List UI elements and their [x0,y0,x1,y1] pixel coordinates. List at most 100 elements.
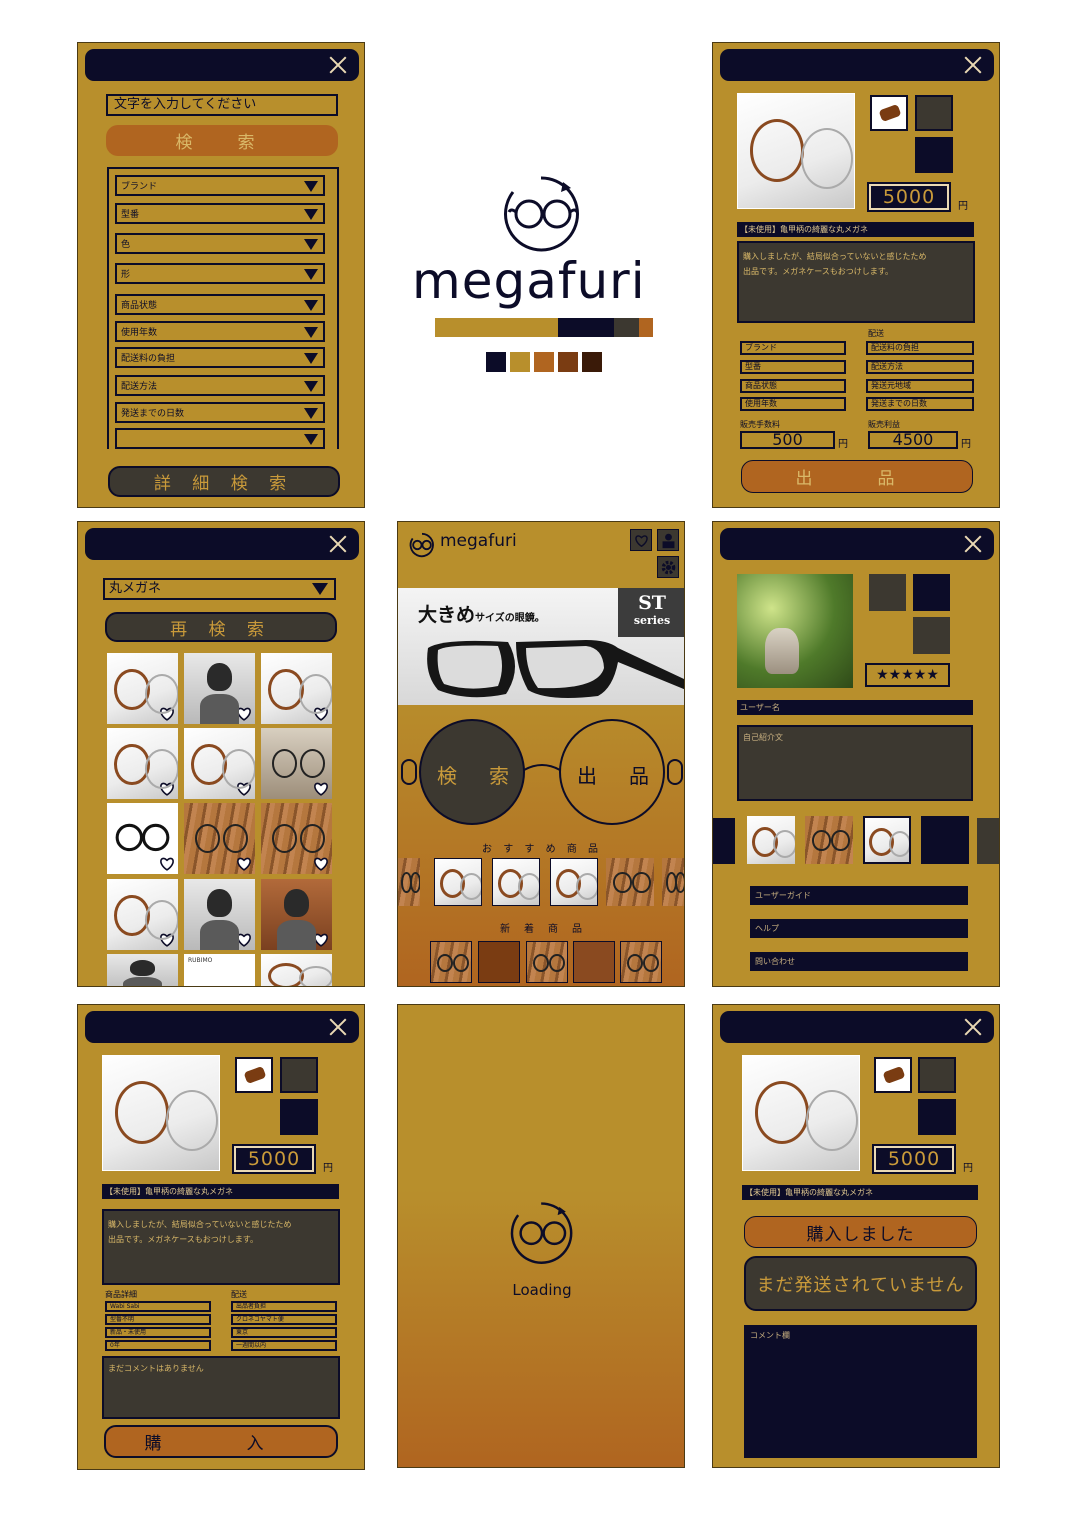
thumb-slot[interactable] [280,1057,318,1093]
listing-item[interactable] [863,816,911,864]
thumb-slot[interactable] [913,574,950,611]
thumb-slot[interactable] [280,1099,318,1135]
product-photo[interactable] [742,1055,860,1171]
filter-brand[interactable]: ブランド [115,175,325,196]
filter-color[interactable]: 色 [115,233,325,254]
promo-banner[interactable]: 大きめサイズの眼鏡。 ST series [398,588,684,705]
heart-icon[interactable] [313,932,329,947]
years-field[interactable]: 使用年数 [740,397,846,411]
heart-icon[interactable] [159,932,175,947]
new-item[interactable] [620,941,662,983]
result-item[interactable] [261,728,332,799]
sell-lens-button[interactable]: 出 品 [566,760,666,790]
search-input[interactable]: 文字を入力してください [106,94,338,116]
origin-field[interactable]: 発送元地域 [866,379,974,393]
favorites-button[interactable] [630,529,652,551]
query-select[interactable]: 丸メガネ [103,578,336,600]
heart-icon[interactable] [236,781,252,796]
close-icon[interactable] [326,1015,350,1039]
new-item[interactable] [526,941,568,983]
menu-contact[interactable]: 問い合わせ [750,952,968,971]
thumb-slot[interactable] [918,1099,956,1135]
close-icon[interactable] [961,1015,985,1039]
heart-icon[interactable] [236,932,252,947]
close-icon[interactable] [961,53,985,77]
recommended-item[interactable] [662,858,684,906]
comment-box[interactable]: コメント欄 [744,1325,977,1458]
heart-icon[interactable] [313,781,329,796]
thumb-case[interactable] [870,95,908,131]
search-lens-button[interactable]: 検 索 [426,760,526,790]
thumb-case[interactable] [874,1057,912,1093]
filter-extra[interactable] [115,428,325,449]
result-item[interactable] [261,879,332,950]
recommended-item[interactable] [550,858,598,906]
menu-user-guide[interactable]: ユーザーガイド [750,886,968,905]
heart-icon[interactable] [159,781,175,796]
result-item[interactable] [107,954,178,986]
product-photo[interactable] [102,1055,220,1171]
filter-years-used[interactable]: 使用年数 [115,321,325,342]
listing-title[interactable]: 【未使用】亀甲柄の綺麗な丸メガネ [737,222,974,237]
result-item[interactable] [184,728,255,799]
brand-field[interactable]: ブランド [740,341,846,355]
recommended-item[interactable] [492,858,540,906]
close-icon[interactable] [961,532,985,556]
heart-icon[interactable] [236,856,252,871]
profile-button[interactable] [657,529,679,551]
result-item[interactable] [107,879,178,950]
listing-item[interactable] [747,816,795,864]
close-icon[interactable] [326,53,350,77]
shipping-method-field[interactable]: 配送方法 [866,360,974,374]
close-icon[interactable] [326,532,350,556]
thumb-slot[interactable] [915,137,953,173]
ship-days-field[interactable]: 発送までの日数 [866,397,974,411]
menu-help[interactable]: ヘルプ [750,919,968,938]
shipping-fee-field[interactable]: 配送料の負担 [866,341,974,355]
filter-model[interactable]: 型番 [115,203,325,224]
comment-box[interactable]: まだコメントはありません [102,1356,340,1419]
listing-item[interactable] [805,816,853,864]
filter-shape[interactable]: 形 [115,263,325,284]
price-display[interactable]: 5000 [867,182,951,212]
research-button[interactable]: 再 検 索 [105,612,337,642]
search-button[interactable]: 検 索 [106,125,338,156]
result-item[interactable] [184,803,255,874]
heart-icon[interactable] [313,856,329,871]
heart-icon[interactable] [313,706,329,721]
recommended-item[interactable] [398,858,420,906]
thumb-slot[interactable] [913,617,950,654]
result-item[interactable] [184,653,255,724]
thumb-slot[interactable] [918,1057,956,1093]
result-item[interactable] [261,803,332,874]
settings-button[interactable] [657,556,679,578]
new-item[interactable] [573,941,615,983]
heart-icon[interactable] [236,706,252,721]
filter-ship-days[interactable]: 発送までの日数 [115,402,325,423]
filter-condition[interactable]: 商品状態 [115,294,325,315]
list-item-button[interactable]: 出 品 [741,460,973,493]
result-item[interactable] [184,879,255,950]
filter-shipping-method[interactable]: 配送方法 [115,375,325,396]
thumb-slot[interactable] [869,574,906,611]
recommended-item[interactable] [434,858,482,906]
product-photo[interactable] [737,93,855,209]
profile-photo[interactable] [737,574,853,688]
condition-field[interactable]: 商品状態 [740,379,846,393]
thumb-slot[interactable] [915,95,953,131]
new-item[interactable] [430,941,472,983]
listing-slot[interactable] [921,816,969,864]
filter-shipping-fee[interactable]: 配送料の負担 [115,347,325,368]
heart-icon[interactable] [159,856,175,871]
result-item[interactable] [107,653,178,724]
description-box[interactable]: 購入しましたが、結局似合っていないと感じたため 出品です。メガネケースもおつけしま… [737,241,975,323]
new-item[interactable] [478,941,520,983]
result-item[interactable]: RUBIMO [184,954,255,986]
result-item[interactable] [107,803,178,874]
result-item[interactable] [261,954,332,986]
recommended-item[interactable] [606,858,654,906]
detail-search-button[interactable]: 詳 細 検 索 [108,466,340,497]
thumb-case[interactable] [235,1057,273,1093]
result-item[interactable] [261,653,332,724]
model-field[interactable]: 型番 [740,360,846,374]
